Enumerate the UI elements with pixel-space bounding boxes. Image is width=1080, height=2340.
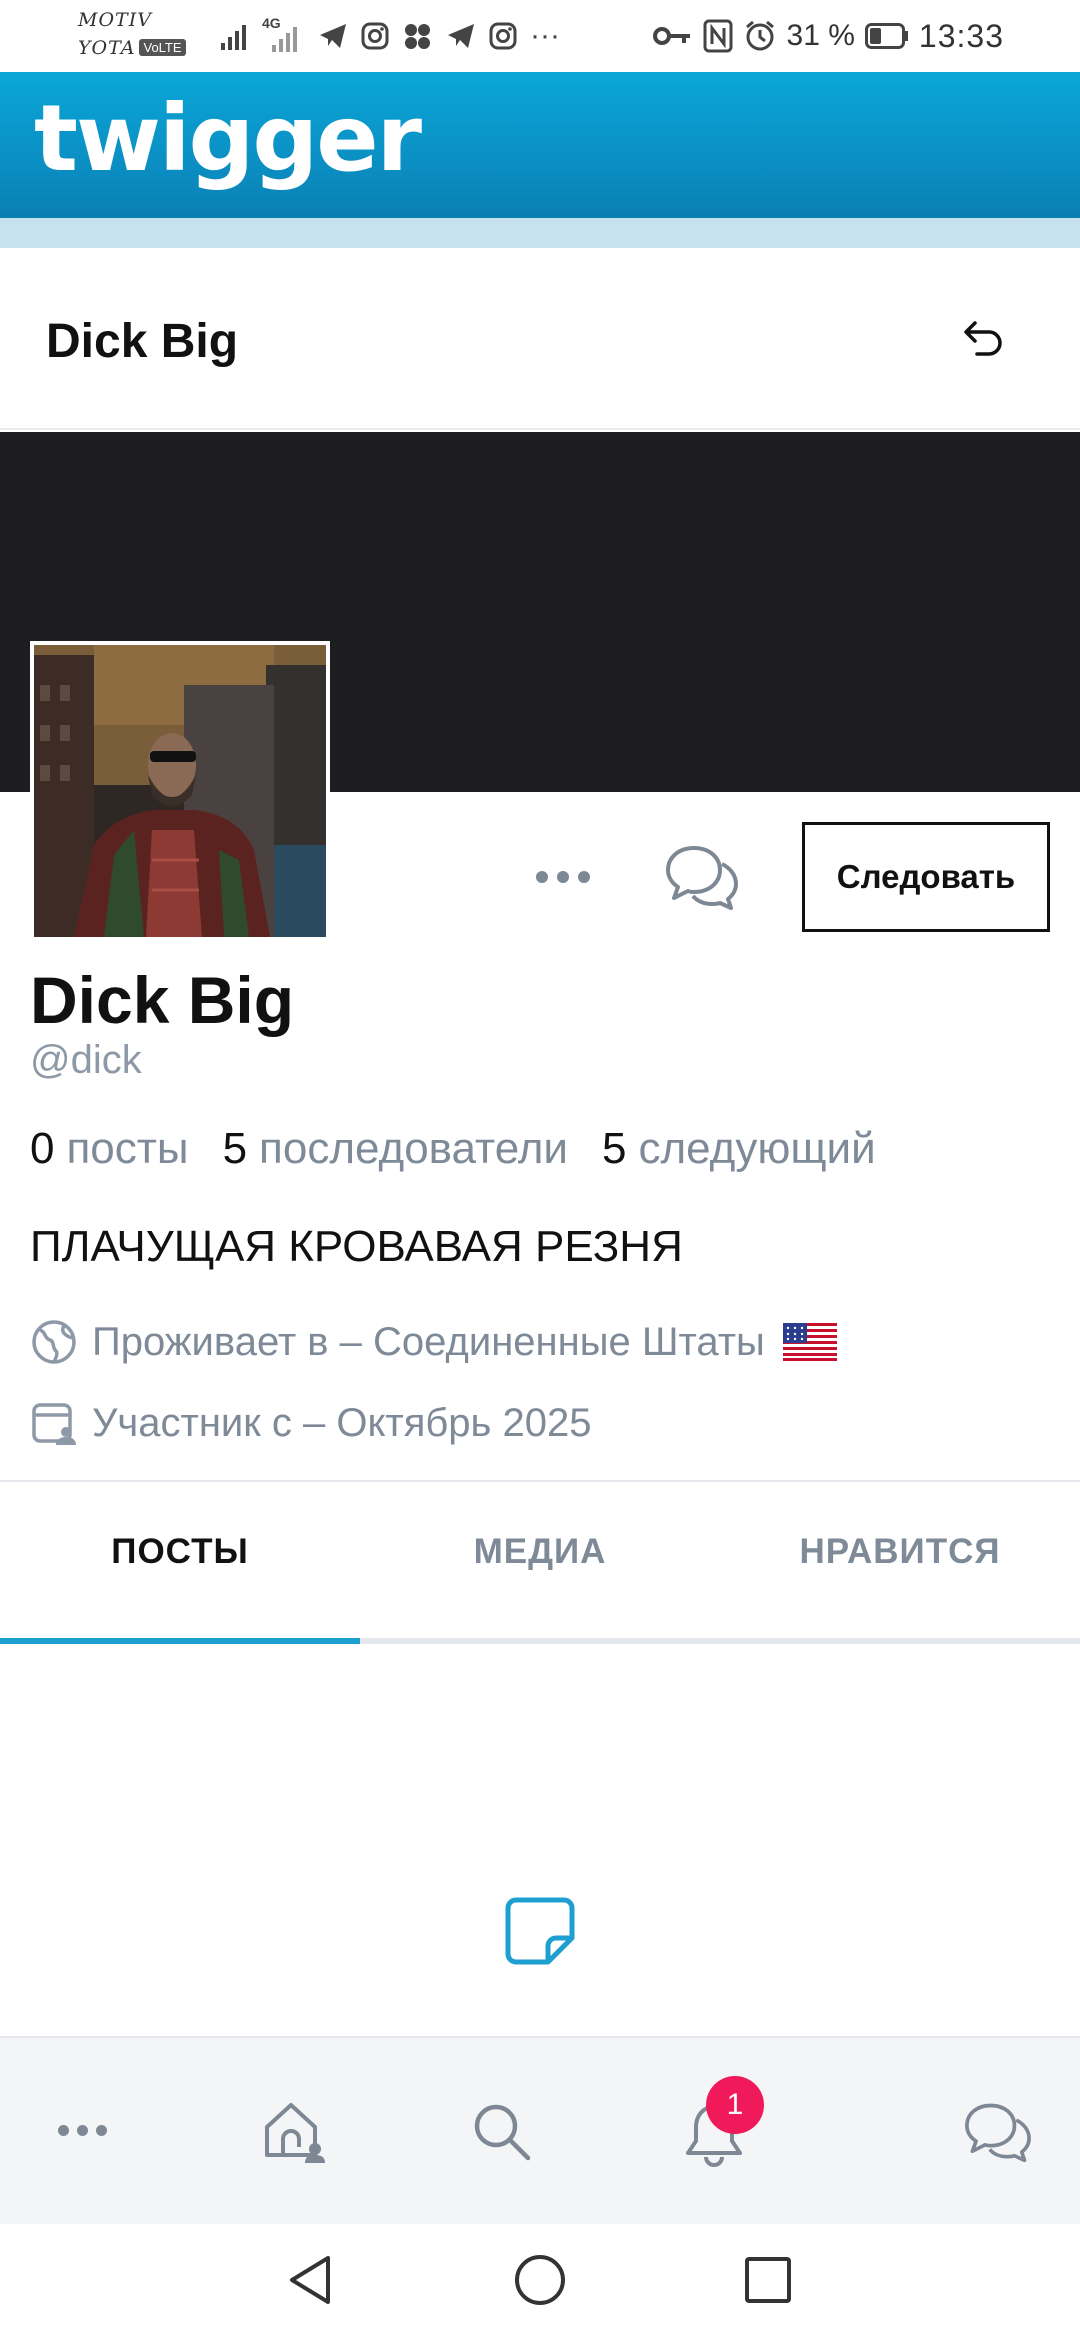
stat-posts[interactable]: 0 посты [30,1124,189,1174]
battery-icon [864,23,908,49]
more-notifications-icon: ··· [530,19,560,52]
globe-icon [32,1320,76,1364]
nav-more-button[interactable] [42,2090,122,2170]
active-tab-indicator [0,1638,360,1644]
app-dots-icon [405,24,430,49]
notification-badge: 1 [706,2076,764,2134]
username-handle: @dick [30,1038,142,1082]
stat-followers[interactable]: 5 последователи [223,1124,568,1174]
joined-row: Участник с – Октябрь 2025 [30,1393,591,1453]
stat-label: последователи [259,1124,568,1173]
battery-percent: 31 % [786,19,855,52]
instagram-icon-2 [489,22,517,50]
system-navigation-bar [0,2224,1080,2340]
undo-arrow-icon [964,321,1002,356]
chat-bubbles-icon [666,846,738,910]
key-icon [652,27,690,45]
tab-posts[interactable]: ПОСТЫ [0,1532,360,1592]
avatar-image [34,645,326,937]
instagram-icon [361,22,389,50]
note-icon [505,1897,575,1965]
status-right: 31 % 13:33 [652,14,1004,58]
profile-bio: ПЛАЧУЩАЯ КРОВАВАЯ РЕЗНЯ [30,1222,683,1271]
telegram-icon-2 [448,24,474,48]
stat-label: посты [66,1124,189,1173]
stat-following[interactable]: 5 следующий [602,1124,876,1174]
page-title: Dick Big [46,315,239,368]
joined-text: Участник с – Октябрь 2025 [92,1400,592,1445]
carrier-line-1: MOTIV [78,9,152,31]
dot [76,2124,88,2136]
nav-home-button[interactable] [254,2092,334,2172]
app-logo[interactable]: twigger [34,84,422,194]
telegram-icon [320,24,346,48]
dot [95,2124,107,2136]
carrier-label: MOTIV YOTA VoLTE [78,6,198,62]
chat-icon [965,2103,1031,2163]
us-flag-icon [782,1323,837,1361]
location-text: Проживает в – Соединенные Штаты [92,1319,765,1364]
display-name: Dick Big [30,963,295,1037]
tab-media[interactable]: МЕДИА [360,1532,720,1592]
location-row: Проживает в – Соединенные Штаты [30,1312,837,1372]
dot [536,871,548,883]
status-bar: MOTIV YOTA VoLTE 4G ··· 31 % 13:33 [0,0,1080,72]
dot [57,2124,69,2136]
stat-count: 0 [30,1124,55,1173]
stat-label: следующий [638,1124,876,1173]
nav-search-button[interactable] [462,2092,542,2172]
recents-square-icon[interactable] [742,2254,794,2306]
alarm-icon [745,20,774,51]
stat-count: 5 [601,1124,627,1173]
home-icon [265,2103,325,2163]
profile-stats: 0 посты 5 последователи 5 следующий [30,1124,876,1174]
back-triangle-icon[interactable] [284,2252,336,2308]
signal-4g-icon: 4G [262,15,306,53]
status-icons: 4G ··· [220,15,560,54]
nav-messages-button[interactable] [958,2092,1038,2172]
header-divider [0,218,1080,248]
message-button[interactable] [664,842,740,912]
stat-count: 5 [222,1124,248,1173]
dot [557,871,569,883]
tabs-divider [0,1480,1080,1482]
profile-title-bar: Dick Big [0,248,1080,430]
clock: 13:33 [918,17,1004,54]
avatar[interactable] [30,641,330,941]
carrier-line-2: YOTA [78,37,136,59]
home-circle-icon[interactable] [512,2252,568,2308]
calendar-user-icon [32,1403,76,1445]
dot [578,871,590,883]
more-options-button[interactable] [528,852,598,902]
signal-icon [221,25,246,50]
follow-button[interactable]: Следовать [802,822,1050,932]
back-button[interactable] [952,306,1016,370]
volte-badge: VoLTE [139,39,186,56]
search-icon [474,2104,531,2161]
tab-likes[interactable]: НРАВИТСЯ [720,1532,1080,1592]
nfc-icon [703,19,733,53]
